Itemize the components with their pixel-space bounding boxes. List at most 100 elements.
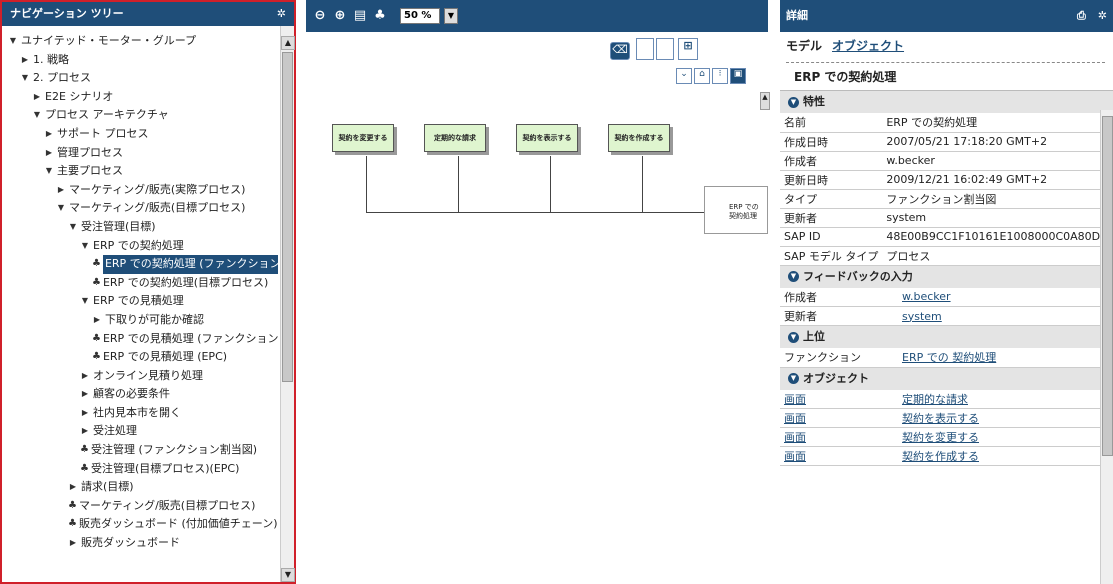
collapsed-arrow-icon[interactable]: ▶ xyxy=(80,404,90,423)
expanded-arrow-icon[interactable]: ▼ xyxy=(32,106,42,125)
tree-item[interactable]: ♣ 受注管理 (ファンクション割当図) xyxy=(2,441,278,460)
tree-item[interactable]: ♣ 販売ダッシュボード (付加価値チェーン) xyxy=(2,515,278,534)
section-toggle-icon[interactable]: ▼ xyxy=(788,331,799,343)
diagram-function-box[interactable]: 定期的な請求 xyxy=(424,124,486,152)
diagram-node-cut[interactable]: ERP での契約処理 xyxy=(704,186,768,234)
property-value[interactable]: 契約を作成する xyxy=(898,446,1113,466)
tree-item[interactable]: ▶ E2E シナリオ xyxy=(2,88,278,107)
tab-object[interactable]: オブジェクト xyxy=(832,37,904,54)
property-value[interactable]: 契約を変更する xyxy=(898,427,1113,447)
tree-item[interactable]: ▼ 主要プロセス xyxy=(2,162,278,181)
property-value[interactable]: 定期的な請求 xyxy=(898,389,1113,409)
collapsed-arrow-icon[interactable]: ▶ xyxy=(80,385,90,404)
expanded-arrow-icon[interactable]: ▼ xyxy=(80,237,90,256)
expanded-arrow-icon[interactable]: ▼ xyxy=(56,199,66,218)
tree-item[interactable]: ▶ 顧客の必要条件 xyxy=(2,385,278,404)
expanded-arrow-icon[interactable]: ▼ xyxy=(20,69,30,88)
diagram-function-box[interactable]: 契約を作成する xyxy=(608,124,670,152)
collapsed-arrow-icon[interactable]: ▶ xyxy=(80,367,90,386)
tree-item[interactable]: ▶ 販売ダッシュボード xyxy=(2,534,278,553)
section-objects[interactable]: ▼ オブジェクト xyxy=(780,367,1113,390)
tree-item[interactable]: ▶ マーケティング/販売(実際プロセス) xyxy=(2,181,278,200)
tree-item[interactable]: ▶ 受注処理 xyxy=(2,422,278,441)
table-row: 作成者 w.becker xyxy=(780,287,1113,307)
tree-scrollbar[interactable]: ▲ ▼ xyxy=(280,26,295,582)
tree-item[interactable]: ♣ 受注管理(目標プロセス)(EPC) xyxy=(2,460,278,479)
collapsed-arrow-icon[interactable]: ▶ xyxy=(44,144,54,163)
property-value[interactable]: w.becker xyxy=(898,287,1113,307)
print-icon[interactable]: ⎙ xyxy=(1077,5,1086,27)
collapsed-arrow-icon[interactable]: ▶ xyxy=(92,311,102,330)
tree-item[interactable]: ▶ 下取りが可能か確認 xyxy=(2,311,278,330)
details-scrollbar[interactable] xyxy=(1100,110,1113,584)
diagram-function-box[interactable]: 契約を変更する xyxy=(332,124,394,152)
tree-item[interactable]: ▼ 2. プロセス xyxy=(2,69,278,88)
property-key[interactable]: 画面 xyxy=(780,427,898,447)
diagram-function-box[interactable]: 契約を表示する xyxy=(516,124,578,152)
section-parent[interactable]: ▼ 上位 xyxy=(780,326,1113,348)
collapsed-arrow-icon[interactable]: ▶ xyxy=(44,125,54,144)
property-key[interactable]: 画面 xyxy=(780,408,898,428)
expanded-arrow-icon[interactable]: ▼ xyxy=(68,218,78,237)
zoom-select[interactable]: 50 % xyxy=(400,8,440,24)
tree-item[interactable]: ♣ マーケティング/販売(目標プロセス) xyxy=(2,497,278,516)
zoom-in-icon[interactable]: ⊕ xyxy=(332,8,348,24)
expanded-arrow-icon[interactable]: ▼ xyxy=(8,32,18,51)
home-icon[interactable]: ⌂ xyxy=(694,68,710,84)
diagram-scroll-up[interactable]: ▲ xyxy=(760,92,770,110)
scroll-thumb[interactable] xyxy=(1102,116,1113,456)
tree-list: ▼ ユナイテッド・モーター・グループ ▶ 1. 戦略 ▼ 2. プロセス ▶ E2E シナリオ… xyxy=(2,26,278,582)
zoom-out-icon[interactable]: ⊖ xyxy=(312,8,328,24)
scroll-down-arrow[interactable]: ▼ xyxy=(281,568,295,582)
tree-item[interactable]: ▶ 請求(目標) xyxy=(2,478,278,497)
section-toggle-icon[interactable]: ▼ xyxy=(788,373,799,384)
property-value[interactable]: system xyxy=(898,306,1113,326)
property-key[interactable]: 画面 xyxy=(780,446,898,466)
pin-icon[interactable]: ✲ xyxy=(1098,5,1107,27)
tree-item[interactable]: ♣ ERP での見積処理 (EPC) xyxy=(2,348,278,367)
export-icon[interactable]: ▣ xyxy=(730,68,746,84)
expanded-arrow-icon[interactable]: ▼ xyxy=(44,162,54,181)
property-key[interactable]: 画面 xyxy=(780,389,898,409)
view-toggle-2[interactable] xyxy=(656,38,674,60)
property-value[interactable]: ERP での 契約処理 xyxy=(898,348,1113,368)
tree-item[interactable]: ▼ ユナイテッド・モーター・グループ xyxy=(2,32,278,51)
collapsed-arrow-icon[interactable]: ▶ xyxy=(68,534,78,553)
tree-item[interactable]: ▶ 管理プロセス xyxy=(2,144,278,163)
tree-item[interactable]: ▼ 受注管理(目標) xyxy=(2,218,278,237)
tree-item[interactable]: ♣ERP での見積処理 (ファンクション割当図) xyxy=(2,330,278,349)
tree-item[interactable]: ▶ オンライン見積り処理 xyxy=(2,367,278,386)
tab-model[interactable]: モデル xyxy=(786,37,822,54)
scroll-thumb[interactable] xyxy=(282,52,293,382)
tree-item[interactable]: ♣ ERP での契約処理(目標プロセス) xyxy=(2,274,278,293)
collapsed-arrow-icon[interactable]: ▶ xyxy=(32,88,42,107)
pin-icon[interactable]: ✲ xyxy=(277,3,286,25)
clear-icon[interactable]: ⌫ xyxy=(610,42,630,60)
tree-item[interactable]: ▼ ERP での契約処理 xyxy=(2,237,278,256)
expanded-arrow-icon[interactable]: ▼ xyxy=(80,292,90,311)
collapsed-arrow-icon[interactable]: ▶ xyxy=(56,181,66,200)
tree-item[interactable]: ♣ERP での契約処理 (ファンクション割当図) xyxy=(2,255,278,274)
section-attributes[interactable]: ▼ 特性 xyxy=(780,91,1113,113)
collapsed-arrow-icon[interactable]: ▶ xyxy=(80,422,90,441)
collapse-icon[interactable]: ⌄ xyxy=(676,68,692,84)
section-toggle-icon[interactable]: ▼ xyxy=(788,96,799,108)
chevron-down-icon[interactable]: ▼ xyxy=(444,8,458,24)
tree-item[interactable]: ▼ ERP での見積処理 xyxy=(2,292,278,311)
collapsed-arrow-icon[interactable]: ▶ xyxy=(68,478,78,497)
grid-icon[interactable]: ⁝ xyxy=(712,68,728,84)
section-toggle-icon[interactable]: ▼ xyxy=(788,271,799,282)
tree-item[interactable]: ▼ マーケティング/販売(目標プロセス) xyxy=(2,199,278,218)
layout-icon[interactable]: ⊞ xyxy=(678,38,698,60)
collapsed-arrow-icon[interactable]: ▶ xyxy=(20,51,30,70)
model-overview-icon[interactable]: ♣ xyxy=(372,8,388,24)
scroll-up-arrow[interactable]: ▲ xyxy=(281,36,295,50)
tree-item[interactable]: ▶ サポート プロセス xyxy=(2,125,278,144)
section-feedback[interactable]: ▼ フィードバックの入力 xyxy=(780,265,1113,288)
property-value[interactable]: 契約を表示する xyxy=(898,408,1113,428)
tree-item[interactable]: ▶ 1. 戦略 xyxy=(2,51,278,70)
view-toggle-1[interactable] xyxy=(636,38,654,60)
tree-item[interactable]: ▶ 社内見本市を開く xyxy=(2,404,278,423)
tree-item[interactable]: ▼ プロセス アーキテクチャ xyxy=(2,106,278,125)
fit-view-icon[interactable]: ▤ xyxy=(352,8,368,24)
